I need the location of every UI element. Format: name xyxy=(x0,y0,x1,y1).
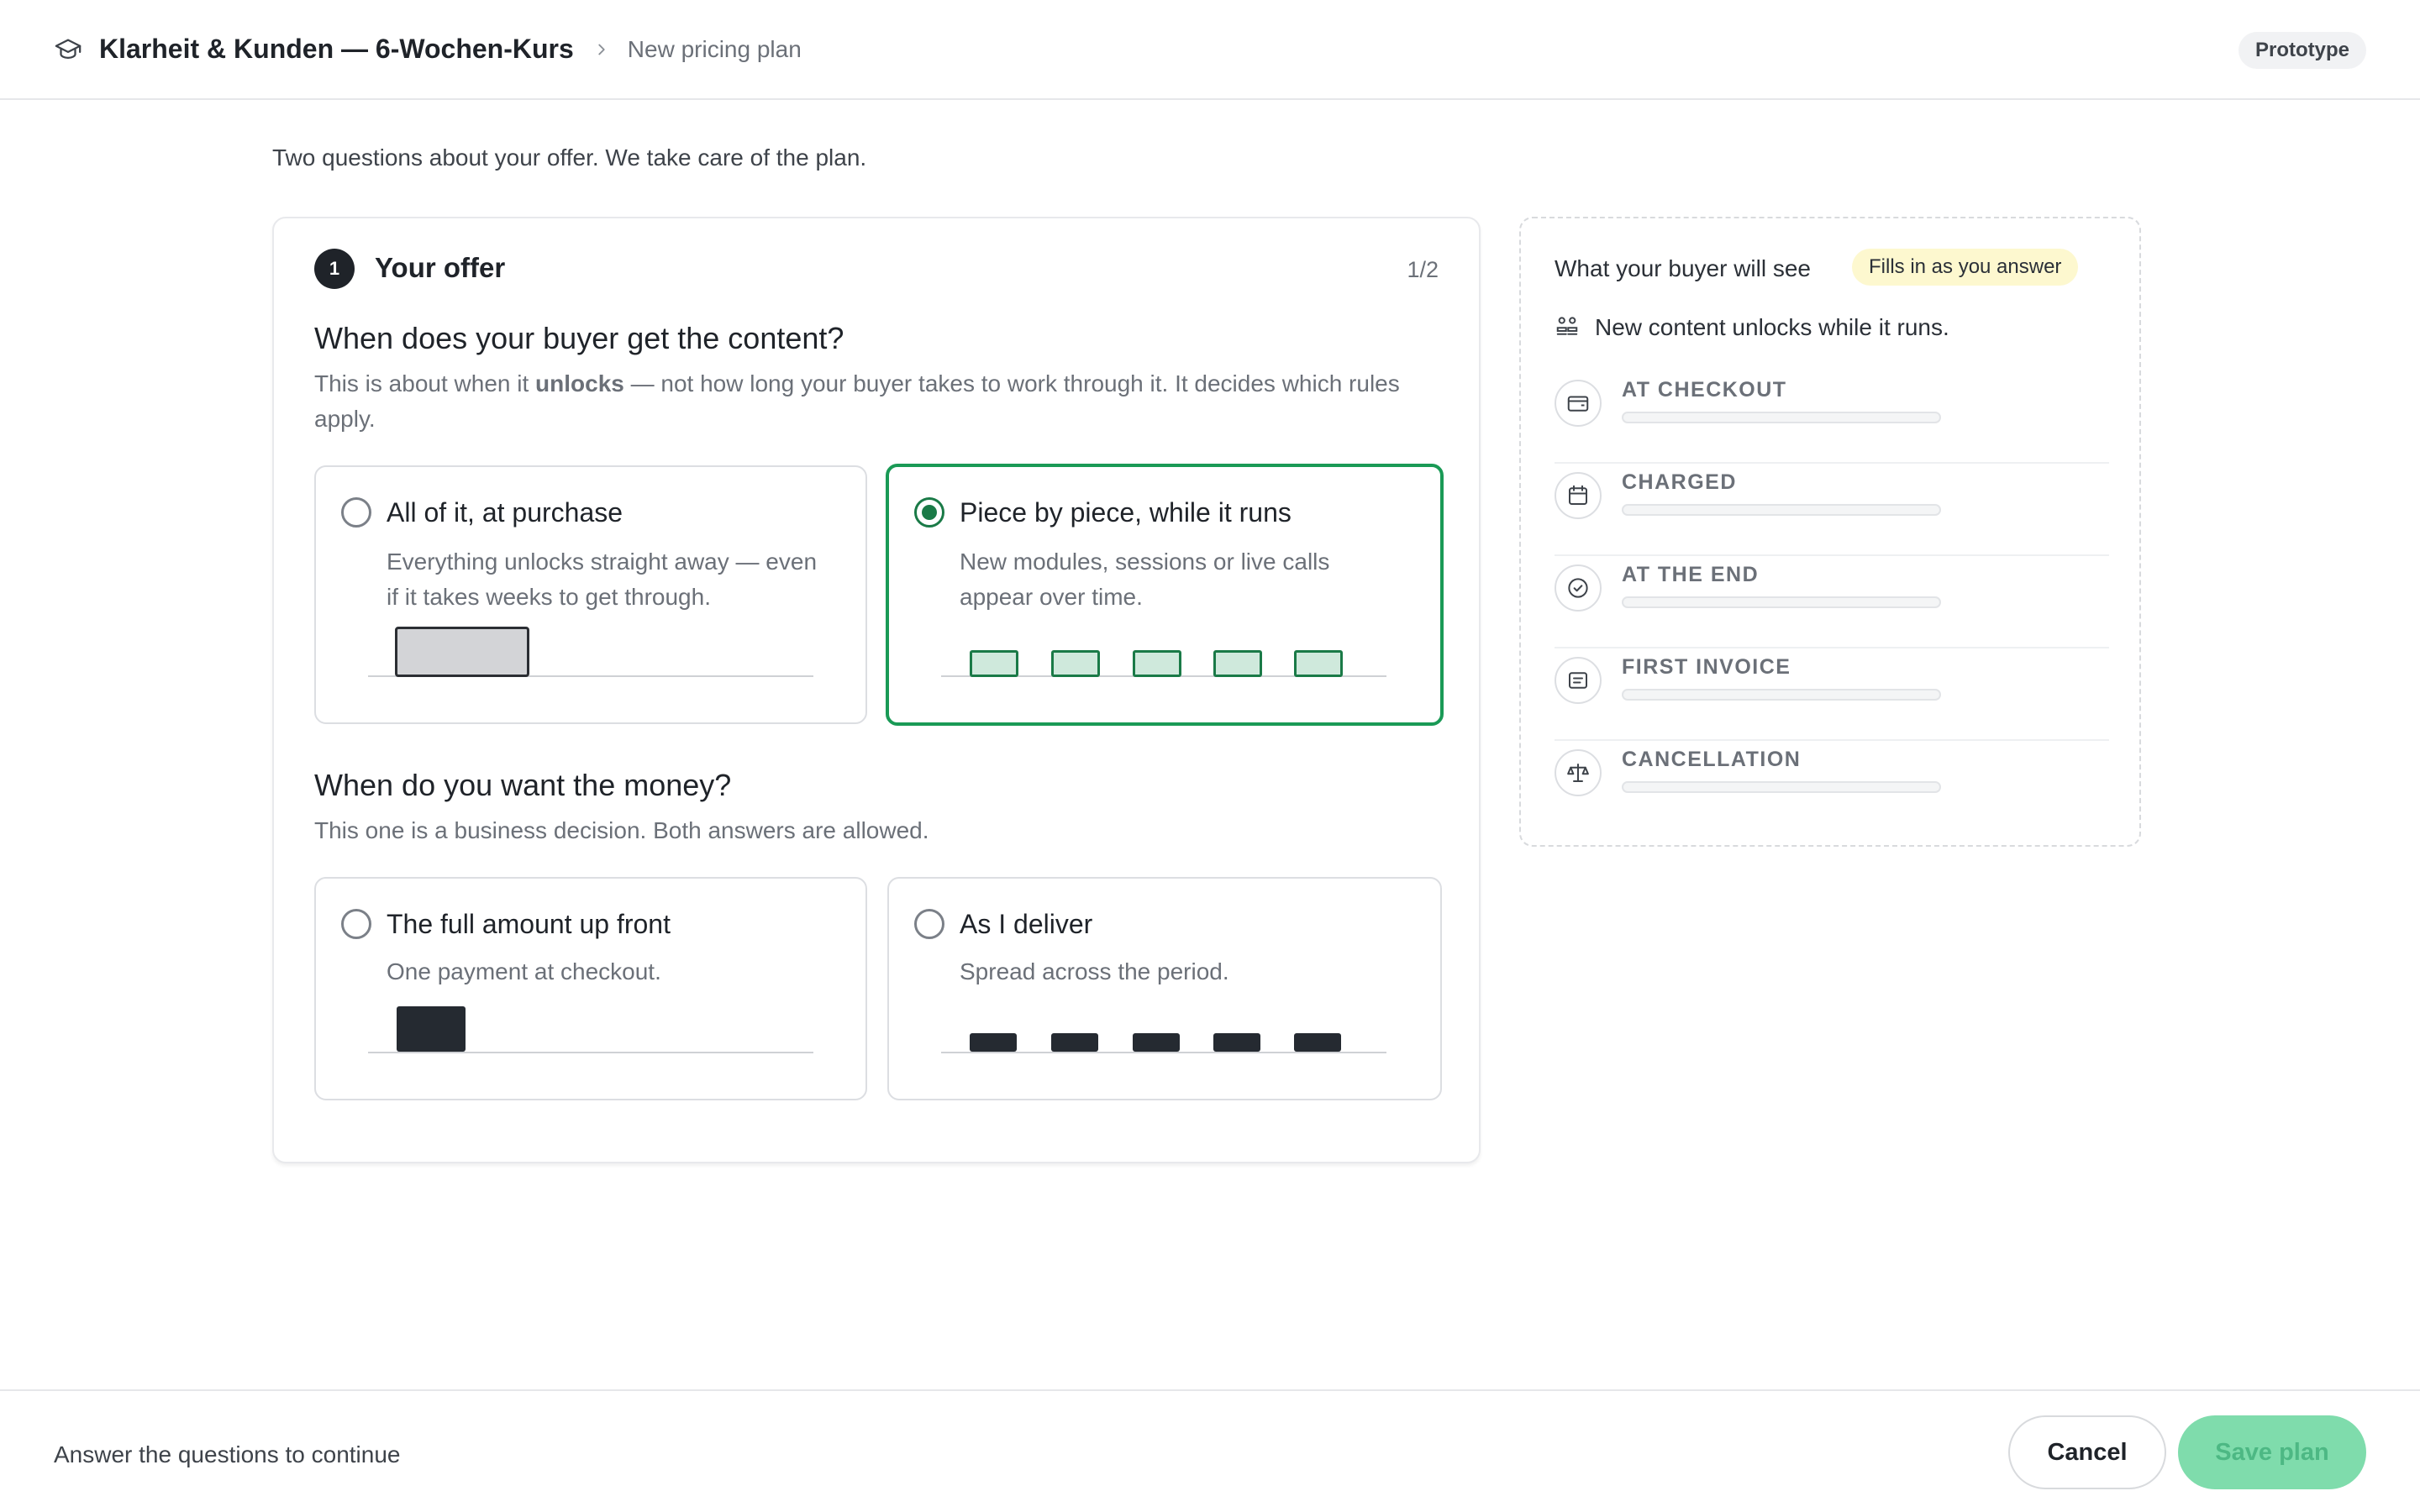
unlock-step-block xyxy=(1051,650,1100,677)
save-plan-button[interactable]: Save plan xyxy=(2178,1415,2366,1489)
unlock-step-block xyxy=(1213,650,1262,677)
step-title: Your offer xyxy=(375,252,506,283)
footer-status: Answer the questions to continue xyxy=(54,1441,401,1467)
row-icon-wrap xyxy=(1555,472,1602,519)
graduation-cap-icon xyxy=(55,39,82,59)
chevron-right-icon xyxy=(598,44,605,55)
row-placeholder-bar xyxy=(1622,412,1941,423)
subtitle-emphasis: unlocks xyxy=(535,370,624,396)
row-placeholder-bar xyxy=(1622,689,1941,701)
row-icon-wrap xyxy=(1555,380,1602,427)
radio-full-up-front[interactable] xyxy=(341,909,371,939)
option-piece-by-piece[interactable]: Piece by piece, while it runs New module… xyxy=(886,464,1444,726)
unlock-all-block xyxy=(395,627,529,677)
check-circle-icon xyxy=(1568,578,1588,598)
preview-row-at-the-end: AT THE END xyxy=(1555,556,2109,648)
timeline-baseline xyxy=(368,1052,813,1053)
radio-as-i-deliver[interactable] xyxy=(914,909,944,939)
fills-in-chip: Fills in as you answer xyxy=(1852,249,2079,286)
unlock-step-block xyxy=(1133,650,1181,677)
row-label: CANCELLATION xyxy=(1622,748,1802,771)
course-title[interactable]: Klarheit & Kunden — 6-Wochen-Kurs xyxy=(99,34,574,65)
prototype-badge: Prototype xyxy=(2238,32,2366,69)
wallet-icon xyxy=(1567,396,1589,412)
buyer-preview-panel: What your buyer will see Fills in as you… xyxy=(1519,217,2141,847)
row-icon-wrap xyxy=(1555,564,1602,612)
payment-installment-block xyxy=(1294,1033,1341,1052)
option-title: Piece by piece, while it runs xyxy=(960,497,1292,528)
row-label: CHARGED xyxy=(1622,470,1737,494)
offer-card: 1 Your offer 1/2 When does your buyer ge… xyxy=(272,217,1481,1163)
step-count: 1/2 xyxy=(1407,257,1439,282)
option-title: As I deliver xyxy=(960,909,1093,939)
unlock-step-block xyxy=(970,650,1018,677)
option-all-at-purchase[interactable]: All of it, at purchase Everything unlock… xyxy=(314,465,867,724)
row-icon-wrap xyxy=(1555,749,1602,796)
payment-installment-block xyxy=(1133,1033,1180,1052)
payment-installment-block xyxy=(1051,1033,1098,1052)
question-content-subtitle: This is about when it unlocks — not how … xyxy=(314,366,1440,437)
modules-icon xyxy=(1556,317,1578,335)
radio-piece-by-piece[interactable] xyxy=(914,497,944,528)
preview-row-first-invoice: FIRST INVOICE xyxy=(1555,648,2109,741)
invoice-icon xyxy=(1569,672,1587,689)
preview-title: What your buyer will see xyxy=(1555,255,1812,281)
scale-icon xyxy=(1567,764,1589,782)
payment-installment-block xyxy=(1213,1033,1260,1052)
option-full-up-front[interactable]: The full amount up front One payment at … xyxy=(314,877,867,1100)
preview-row-cancellation: CANCELLATION xyxy=(1555,741,2109,833)
option-as-i-deliver[interactable]: As I deliver Spread across the period. xyxy=(887,877,1442,1100)
option-description: New modules, sessions or live calls appe… xyxy=(960,549,1330,610)
row-placeholder-bar xyxy=(1622,504,1941,516)
payment-installment-block xyxy=(970,1033,1017,1052)
option-description: Spread across the period. xyxy=(960,958,1229,984)
top-bar: Klarheit & Kunden — 6-Wochen-Kurs New pr… xyxy=(0,0,2420,100)
row-label: AT THE END xyxy=(1622,563,1760,586)
preview-summary: New content unlocks while it runs. xyxy=(1595,314,1949,340)
row-placeholder-bar xyxy=(1622,781,1941,793)
row-label: FIRST INVOICE xyxy=(1622,655,1791,679)
option-title: The full amount up front xyxy=(387,909,671,939)
preview-row-charged: CHARGED xyxy=(1555,464,2109,556)
payment-full-block xyxy=(397,1006,466,1052)
row-label: AT CHECKOUT xyxy=(1622,378,1787,402)
subtitle-part: This is about when it xyxy=(314,370,536,396)
timeline-baseline xyxy=(941,1052,1386,1053)
option-description: Everything unlocks straight away — even … xyxy=(387,549,818,610)
row-placeholder-bar xyxy=(1622,596,1941,608)
breadcrumb-current: New pricing plan xyxy=(627,35,802,62)
intro-text: Two questions about your offer. We take … xyxy=(272,144,867,171)
cancel-button[interactable]: Cancel xyxy=(2008,1415,2166,1489)
calendar-icon xyxy=(1569,485,1587,505)
preview-row-checkout: AT CHECKOUT xyxy=(1555,371,2109,464)
question-money-title: When do you want the money? xyxy=(314,768,732,802)
question-money-subtitle: This one is a business decision. Both an… xyxy=(314,817,929,843)
footer-bar: Answer the questions to continue Cancel … xyxy=(0,1389,2420,1512)
radio-all-at-purchase[interactable] xyxy=(341,497,371,528)
unlock-step-block xyxy=(1294,650,1343,677)
option-description: One payment at checkout. xyxy=(387,958,661,984)
step-number: 1 xyxy=(314,249,355,289)
question-content-title: When does your buyer get the content? xyxy=(314,321,844,355)
option-title: All of it, at purchase xyxy=(387,497,623,528)
row-icon-wrap xyxy=(1555,657,1602,704)
